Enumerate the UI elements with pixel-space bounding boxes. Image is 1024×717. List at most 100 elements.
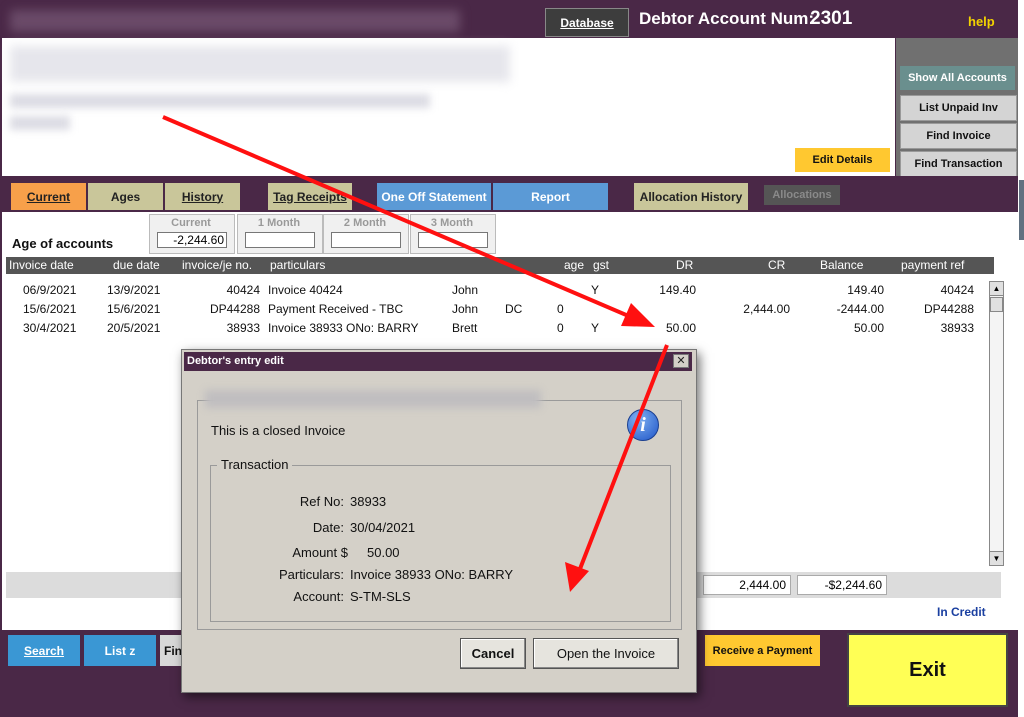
account-label: Account: (293, 589, 344, 604)
tab-history[interactable]: History (165, 183, 240, 210)
blurred-customer-phone (10, 116, 70, 130)
cell-particulars: Invoice 40424 (268, 283, 343, 297)
cell-payment-ref: DP44288 (923, 302, 974, 316)
find-transaction-button[interactable]: Find Transaction (900, 151, 1017, 177)
allocations-button: Allocations (764, 185, 840, 205)
exit-button[interactable]: Exit (847, 633, 1008, 707)
database-button[interactable]: Database (545, 8, 629, 37)
cell-cr: 2,444.00 (743, 302, 790, 316)
tab-current[interactable]: Current (11, 183, 86, 210)
search-button[interactable]: Search (8, 635, 80, 666)
col-due-date: due date (113, 258, 160, 272)
cancel-button[interactable]: Cancel (460, 638, 526, 669)
show-all-accounts-button[interactable]: Show All Accounts (900, 66, 1015, 90)
transaction-group-label: Transaction (217, 457, 293, 472)
cr-total: 2,444.00 (703, 575, 791, 595)
tab-ages[interactable]: Ages (88, 183, 163, 210)
dialog-message: This is a closed Invoice (211, 423, 346, 438)
age-1month-value (245, 232, 315, 248)
age-1month-label: 1 Month (257, 217, 301, 229)
age-3month-label: 3 Month (430, 217, 474, 229)
cell-who: John (452, 302, 479, 316)
age-of-accounts-title: Age of accounts (12, 236, 114, 251)
balance-total: -$2,244.60 (797, 575, 887, 595)
customer-details-panel (2, 38, 895, 176)
blurred-customer-name (205, 390, 541, 408)
col-age: age (564, 258, 585, 272)
cell-invoice-no: 38933 (226, 321, 260, 335)
cell-due-date: 13/9/2021 (107, 283, 161, 297)
edit-details-button[interactable]: Edit Details (795, 148, 890, 172)
account-value: S-TM-SLS (350, 589, 411, 604)
amount-label: Amount $ (292, 545, 348, 560)
open-invoice-button[interactable]: Open the Invoice (533, 638, 679, 669)
cell-who: Brett (452, 321, 478, 335)
age-3month-value (418, 232, 488, 248)
blurred-customer-address (10, 94, 430, 108)
col-invoice-no: invoice/je no. (182, 258, 253, 272)
age-2month-value (331, 232, 401, 248)
particulars-value: Invoice 38933 ONo: BARRY (350, 567, 514, 582)
cell-who: John (452, 283, 479, 297)
col-invoice-date: Invoice date (9, 258, 74, 272)
date-value: 30/04/2021 (350, 520, 416, 535)
col-cr: CR (768, 258, 786, 272)
cell-particulars: Payment Received - TBC (268, 302, 404, 316)
cell-dr: 50.00 (665, 321, 696, 335)
col-dr: DR (676, 258, 694, 272)
cell-invoice-no: DP44288 (209, 302, 260, 316)
age-current-value: -2,244.60 (157, 232, 227, 248)
dialog-title: Debtor's entry edit (187, 355, 284, 367)
col-gst: gst (593, 258, 610, 272)
window-edge-strip (1019, 180, 1024, 240)
cell-payment-ref: 38933 (940, 321, 974, 335)
col-payment-ref: payment ref (901, 258, 965, 272)
close-icon[interactable]: ✕ (673, 354, 689, 368)
cell-code: DC (505, 302, 523, 316)
cell-due-date: 15/6/2021 (107, 302, 161, 316)
list-z-button[interactable]: List z (84, 635, 156, 666)
info-icon: i (627, 409, 659, 441)
account-number: 2301 (810, 8, 853, 29)
cell-balance: 50.00 (853, 321, 884, 335)
cell-gst: Y (591, 321, 600, 335)
cell-due-date: 20/5/2021 (107, 321, 161, 335)
help-link[interactable]: help (968, 14, 995, 29)
one-off-statement-button[interactable]: One Off Statement (377, 183, 491, 210)
cell-gst: Y (591, 283, 600, 297)
cell-invoice-date: 30/4/2021 (23, 321, 77, 335)
receive-payment-button[interactable]: Receive a Payment (705, 635, 820, 666)
col-balance: Balance (820, 258, 864, 272)
cell-payment-ref: 40424 (940, 283, 974, 297)
cell-balance: -2444.00 (836, 302, 884, 316)
age-current-label: Current (171, 217, 211, 229)
cell-age: 0 (557, 321, 564, 335)
cell-invoice-date: 06/9/2021 (23, 283, 77, 297)
list-unpaid-invoices-button[interactable]: List Unpaid Inv (900, 95, 1017, 121)
col-particulars: particulars (270, 258, 326, 272)
allocation-history-button[interactable]: Allocation History (634, 183, 748, 210)
cell-particulars: Invoice 38933 ONo: BARRY (268, 321, 419, 335)
scroll-up-arrow-icon[interactable]: ▲ (989, 281, 1004, 296)
ref-no-label: Ref No: (299, 494, 344, 509)
credit-status: In Credit (937, 605, 986, 619)
cell-balance: 149.40 (847, 283, 884, 297)
window-edge (1018, 0, 1024, 717)
blurred-company-name (10, 10, 460, 32)
cell-invoice-date: 15/6/2021 (23, 302, 77, 316)
scroll-thumb[interactable] (990, 297, 1003, 312)
account-label: Debtor Account Num: (639, 9, 815, 28)
ref-no-value: 38933 (350, 494, 387, 509)
cell-dr: 149.40 (659, 283, 696, 297)
cell-invoice-no: 40424 (226, 283, 260, 297)
particulars-label: Particulars: (278, 567, 344, 582)
find-invoice-button[interactable]: Find Invoice (900, 123, 1017, 149)
tab-tag-receipts[interactable]: Tag Receipts (268, 183, 352, 210)
cell-age: 0 (557, 302, 564, 316)
scroll-down-arrow-icon[interactable]: ▼ (989, 551, 1004, 566)
age-2month-label: 2 Month (343, 217, 387, 229)
vertical-scrollbar[interactable] (989, 281, 1004, 566)
report-button[interactable]: Report (493, 183, 608, 210)
date-label: Date: (312, 520, 344, 535)
blurred-customer-name (10, 46, 510, 82)
